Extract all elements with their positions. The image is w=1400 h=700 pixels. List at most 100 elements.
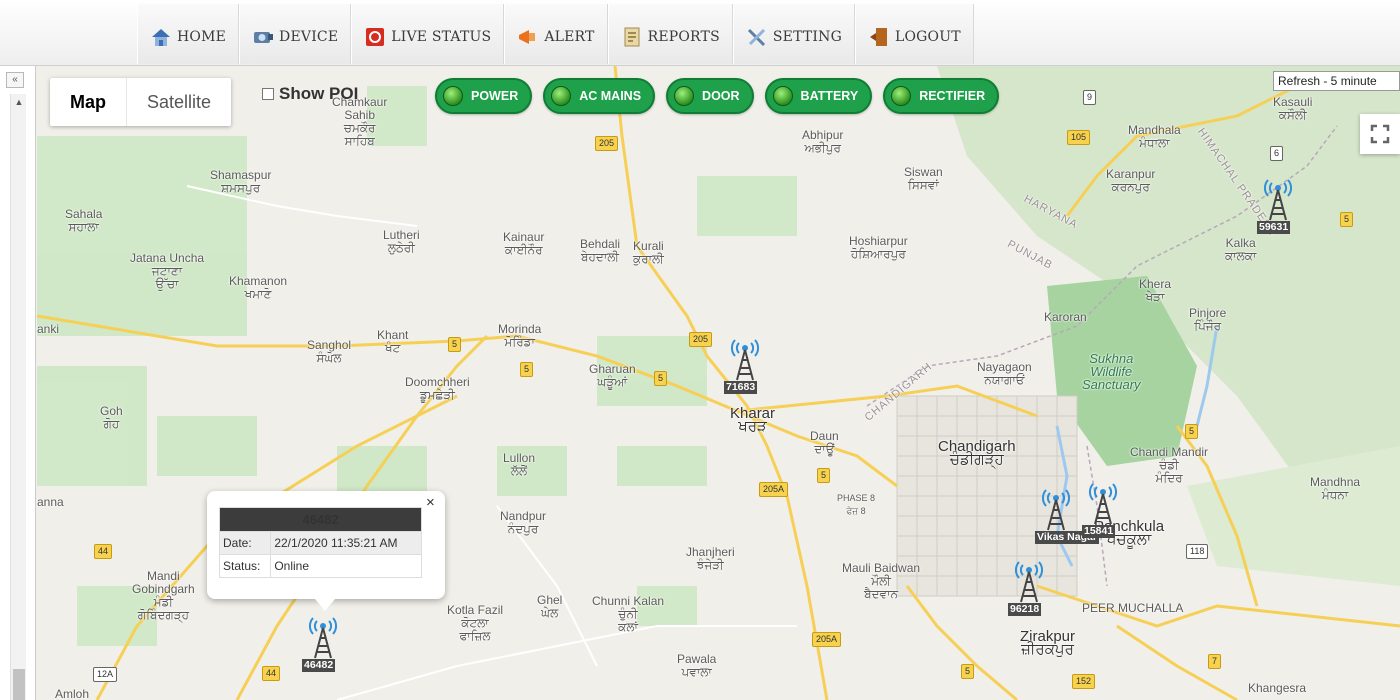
place-label: Khant ਖੰਟ — [377, 328, 409, 355]
place-label: Siswan ਸਿਸਵਾਂ — [904, 165, 943, 192]
tower-marker[interactable]: Vikas Nagar — [1035, 484, 1099, 544]
sidebar-scrollbar[interactable]: ▲ — [10, 94, 26, 700]
map-type-control: Map Satellite — [50, 78, 232, 126]
nav-reports-label: REPORTS — [647, 29, 720, 45]
place-label: Sahala ਸਹਾਲਾ — [65, 207, 103, 234]
place-label: Sanghol ਸੰਘੋਲ — [307, 338, 352, 365]
nav-alert-label: ALERT — [544, 29, 595, 45]
place-label: Goh ਗੋਹ — [100, 404, 123, 431]
nav-home[interactable]: HOME — [137, 4, 240, 64]
highway-shield: 5 — [448, 337, 462, 352]
tower-marker[interactable]: 59631 — [1257, 174, 1296, 234]
cell-tower-icon — [1015, 561, 1043, 603]
nav-alert[interactable]: ALERT — [504, 4, 608, 64]
nav-setting[interactable]: SETTING — [732, 4, 855, 64]
show-poi-checkbox[interactable] — [262, 88, 274, 100]
place-label: Chandi Mandir ਚੰਡੀ ਮੰਦਿਰ — [1130, 445, 1209, 485]
show-poi-label: Show POI — [279, 84, 359, 103]
status-dot-icon — [443, 86, 463, 106]
tower-marker[interactable]: 96218 — [1008, 556, 1047, 616]
reports-icon — [621, 26, 643, 48]
scroll-thumb[interactable] — [13, 669, 25, 700]
place-label: Shamaspur ਸ਼ਮਸਪੁਰ — [210, 168, 272, 195]
highway-shield: 5 — [817, 468, 831, 483]
tower-marker[interactable]: 71683 — [724, 334, 763, 394]
map-canvas[interactable]: Chamkaur Sahib ਚਮਕੌਰ ਸਾਹਿਬ Shamaspur ਸ਼ਮਸਪੁਰ… — [37, 66, 1400, 700]
legend-door[interactable]: DOOR — [666, 78, 754, 114]
place-label: Lutheri ਲੁਠੇਰੀ — [383, 228, 420, 255]
highway-shield: 7 — [1208, 654, 1222, 669]
place-label: PHASE 8 ਫੇਜ਼ 8 — [837, 493, 876, 516]
legend-battery[interactable]: BATTERY — [764, 78, 873, 114]
tower-id-label: 15841 — [1082, 525, 1116, 538]
sidebar-collapse-button[interactable]: « — [6, 72, 24, 88]
refresh-interval-value: Refresh - 5 minute — [1278, 74, 1377, 88]
place-label: Amloh — [55, 687, 90, 700]
status-dot-icon — [674, 86, 695, 106]
place-label: Daun ਦਾਊਂ — [810, 429, 839, 456]
highway-shield: 5 — [1340, 212, 1354, 227]
cell-tower-icon — [309, 617, 337, 659]
legend-power[interactable]: POWER — [435, 78, 533, 114]
place-label: Kharar ਖਰੜ — [730, 405, 776, 435]
place-label: anna — [37, 495, 64, 509]
map-type-map-button[interactable]: Map — [50, 78, 127, 126]
place-label: Zirakpur ਜ਼ੀਰਕਪੁਰ — [1020, 628, 1076, 658]
place-label: Khera ਖੇੜਾ — [1139, 277, 1172, 304]
highway-shield: 9 — [1083, 90, 1097, 105]
place-label: Kotla Fazil ਕੋਟਲਾ ਫਾਜ਼ਿਲ — [447, 603, 504, 643]
close-icon[interactable]: × — [426, 494, 435, 511]
place-label: Karanpur ਕਰਨਪੁਰ — [1106, 167, 1156, 194]
info-date-label: Date: — [218, 531, 272, 555]
highway-shield: 152 — [1072, 674, 1096, 689]
place-label: Pinjore ਪਿੰਜੌਰ — [1189, 306, 1227, 333]
place-label: Hoshiarpur ਹੋਸ਼ਿਆਰਪੁਰ — [849, 234, 908, 261]
place-label: Kalka ਕਾਲਕਾ — [1225, 236, 1257, 263]
place-label: Karoran — [1044, 310, 1087, 324]
highway-shield: 5 — [961, 664, 975, 679]
place-label: Chunni Kalan ਚੁੰਨੀ ਕਲਾਂ — [592, 594, 665, 634]
main-nav: HOME DEVICE LIVE STATUS ALERT REPORTS SE… — [137, 4, 974, 64]
info-title: 46482 — [219, 507, 422, 532]
highway-shield: 5 — [654, 371, 668, 386]
place-label: Morinda ਮੋਰਿੰਡਾ — [498, 322, 542, 349]
cell-tower-icon — [1042, 489, 1070, 531]
info-table: 46482 Date: 22/1/2020 11:35:21 AM Status… — [218, 507, 422, 578]
scroll-up-arrow-icon[interactable]: ▲ — [11, 94, 27, 110]
map-type-satellite-button[interactable]: Satellite — [127, 78, 231, 126]
status-legend: POWER AC MAINS DOOR BATTERY RECTIFIER — [435, 78, 1010, 114]
tower-marker[interactable]: 15841 — [1082, 478, 1121, 538]
highway-shield: 205 — [595, 136, 619, 151]
map-base-layer — [37, 66, 1400, 700]
tower-marker[interactable]: 46482 — [302, 612, 341, 672]
highway-shield: 118 — [1186, 544, 1209, 559]
place-label: Abhipur ਅਭੀਪੁਰ — [802, 128, 844, 155]
info-status-value: Online — [270, 554, 422, 578]
nav-device[interactable]: DEVICE — [239, 4, 352, 64]
nav-device-label: DEVICE — [279, 29, 339, 45]
nav-live-status[interactable]: LIVE STATUS — [351, 4, 505, 64]
legend-label: AC MAINS — [579, 89, 642, 103]
place-label: Mauli Baidwan ਮੌਲੀ ਬੈਦਵਾਨ — [842, 561, 921, 601]
legend-rectifier[interactable]: RECTIFIER — [883, 78, 1000, 114]
place-label: Mandhala ਮੰਧਾਲਾ — [1128, 123, 1181, 150]
nav-reports[interactable]: REPORTS — [607, 4, 733, 64]
home-icon — [150, 26, 172, 48]
cell-tower-icon — [1264, 179, 1292, 221]
alert-icon — [517, 26, 539, 48]
place-label: Pawala ਪਵਾਲਾ — [677, 652, 717, 679]
tower-id-label: 71683 — [724, 381, 758, 394]
left-sidebar: « ▲ — [0, 66, 36, 700]
place-label: anki — [37, 322, 60, 336]
nav-home-label: HOME — [177, 29, 227, 45]
legend-ac-mains[interactable]: AC MAINS — [543, 78, 656, 114]
nav-setting-label: SETTING — [772, 29, 842, 45]
info-date-value: 22/1/2020 11:35:21 AM — [270, 531, 422, 555]
nav-logout[interactable]: LOGOUT — [855, 4, 974, 64]
highway-shield: 44 — [94, 544, 113, 559]
place-label: Jhanjheri ਝੰਜੇੜੀ — [686, 545, 735, 572]
show-poi-toggle[interactable]: Show POI — [262, 84, 358, 104]
fullscreen-button[interactable] — [1360, 114, 1400, 154]
place-label: Kasauli ਕਸੌਲੀ — [1273, 95, 1313, 122]
refresh-interval-select[interactable]: Refresh - 5 minute — [1273, 71, 1400, 91]
